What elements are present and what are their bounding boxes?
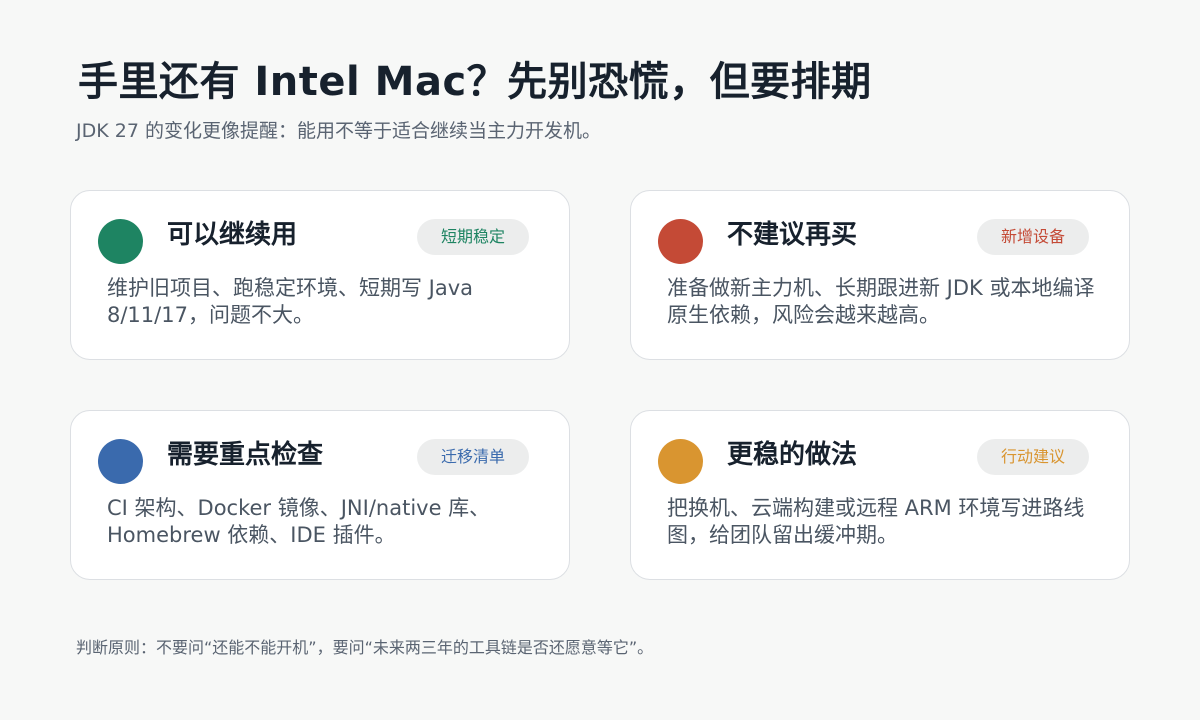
card-not-recommended: 不建议再买 新增设备 准备做新主力机、长期跟进新 JDK 或本地编译原生依赖，风… bbox=[630, 190, 1130, 360]
page-subtitle: JDK 27 的变化更像提醒：能用不等于适合继续当主力开发机。 bbox=[76, 120, 601, 142]
card-title: 更稳的做法 bbox=[727, 440, 858, 470]
card-body: 准备做新主力机、长期跟进新 JDK 或本地编译原生依赖，风险会越来越高。 bbox=[667, 276, 1095, 327]
card-title: 可以继续用 bbox=[167, 220, 298, 250]
card-keep-using: 可以继续用 短期稳定 维护旧项目、跑稳定环境、短期写 Java 8/11/17，… bbox=[70, 190, 570, 360]
card-body: 维护旧项目、跑稳定环境、短期写 Java 8/11/17，问题不大。 bbox=[107, 276, 474, 327]
status-badge: 迁移清单 bbox=[417, 439, 529, 475]
status-badge: 新增设备 bbox=[977, 219, 1089, 255]
card-body: CI 架构、Docker 镜像、JNI/native 库、Homebrew 依赖… bbox=[107, 496, 491, 547]
status-badge: 行动建议 bbox=[977, 439, 1089, 475]
footer-note: 判断原则：不要问“还能不能开机”，要问“未来两三年的工具链是否还愿意等它”。 bbox=[76, 638, 654, 657]
card-safer-approach: 更稳的做法 行动建议 把换机、云端构建或远程 ARM 环境写进路线图，给团队留出… bbox=[630, 410, 1130, 580]
status-badge: 短期稳定 bbox=[417, 219, 529, 255]
card-title: 需要重点检查 bbox=[167, 440, 324, 470]
green-circle-icon bbox=[98, 219, 143, 264]
red-circle-icon bbox=[658, 219, 703, 264]
page-title: 手里还有 Intel Mac？先别恐慌，但要排期 bbox=[78, 59, 872, 105]
card-check-points: 需要重点检查 迁移清单 CI 架构、Docker 镜像、JNI/native 库… bbox=[70, 410, 570, 580]
blue-circle-icon bbox=[98, 439, 143, 484]
orange-circle-icon bbox=[658, 439, 703, 484]
card-title: 不建议再买 bbox=[727, 220, 858, 250]
card-body: 把换机、云端构建或远程 ARM 环境写进路线图，给团队留出缓冲期。 bbox=[667, 496, 1085, 547]
